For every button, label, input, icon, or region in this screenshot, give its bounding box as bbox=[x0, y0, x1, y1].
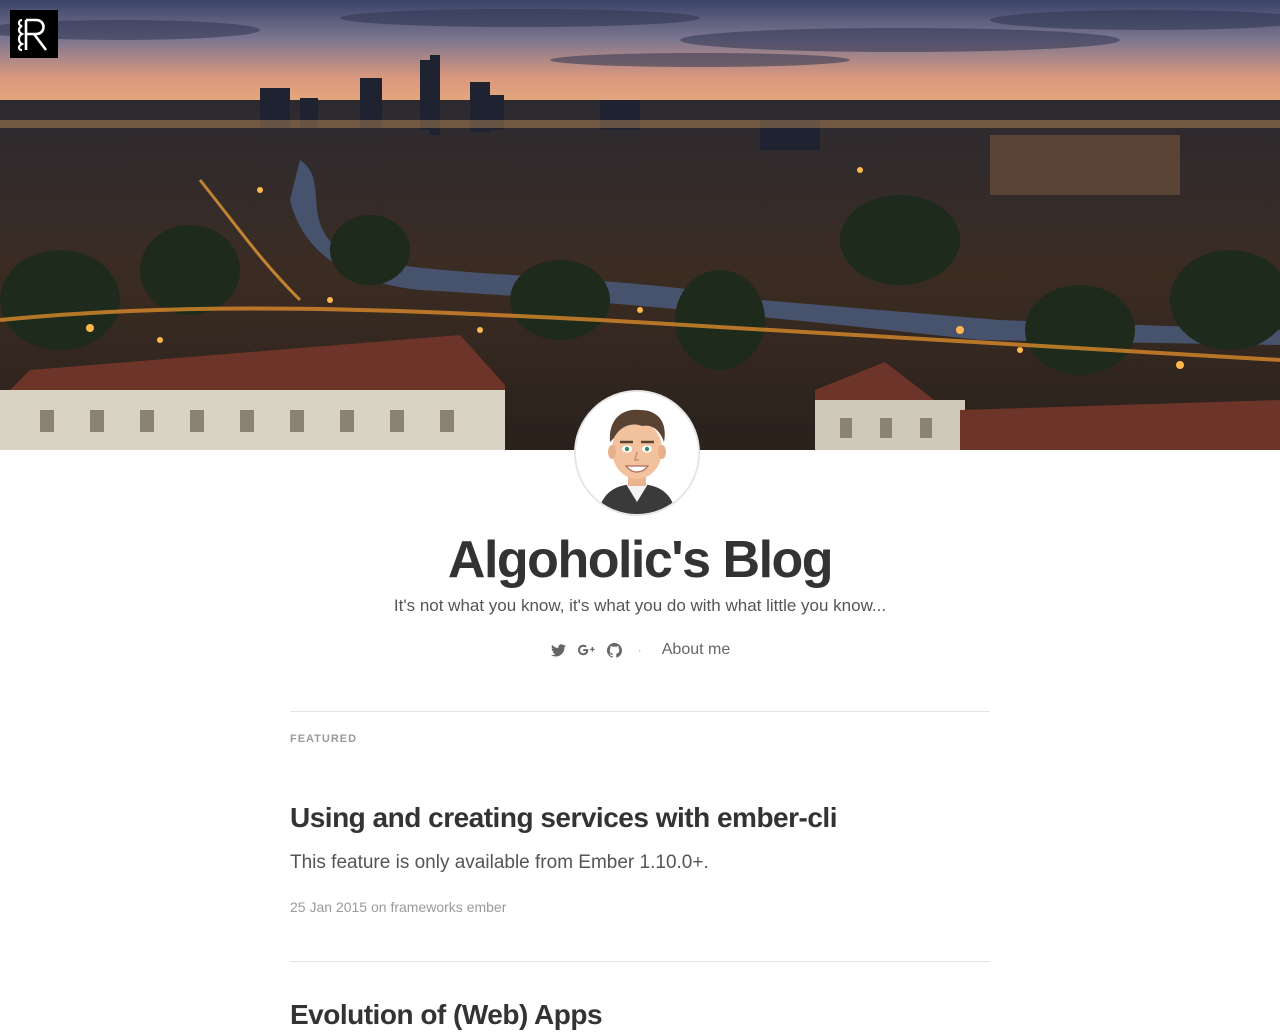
divider bbox=[290, 961, 990, 962]
twitter-icon[interactable] bbox=[550, 641, 568, 659]
about-me-link[interactable]: About me bbox=[662, 641, 730, 659]
divider bbox=[290, 711, 990, 712]
blog-description: It's not what you know, it's what you do… bbox=[393, 596, 887, 615]
site-logo[interactable] bbox=[10, 10, 58, 58]
post-title-link[interactable]: Using and creating services with ember-c… bbox=[290, 799, 990, 837]
city-skyline-illustration bbox=[0, 0, 1280, 450]
post-tag-link[interactable]: ember bbox=[467, 899, 507, 915]
author-avatar bbox=[574, 390, 700, 516]
post-list: FEATURED Using and creating services wit… bbox=[290, 711, 990, 1034]
post-meta-on: on bbox=[370, 899, 387, 915]
blog-title: Algoholic's Blog bbox=[447, 531, 834, 589]
avatar-illustration bbox=[576, 392, 698, 514]
post-tag-link[interactable]: frameworks bbox=[390, 899, 462, 915]
featured-label: FEATURED bbox=[290, 733, 358, 745]
post-meta: 25 Jan 2015 on frameworks ember bbox=[290, 897, 990, 917]
github-icon[interactable] bbox=[606, 641, 624, 659]
r-logo-icon bbox=[17, 18, 48, 52]
separator-dot: · bbox=[637, 643, 642, 657]
post-item: Using and creating services with ember-c… bbox=[290, 799, 990, 917]
cover-image bbox=[0, 0, 1280, 450]
post-date: 25 Jan 2015 bbox=[290, 899, 368, 915]
google-plus-icon[interactable] bbox=[578, 641, 596, 659]
post-excerpt: This feature is only available from Embe… bbox=[290, 852, 709, 873]
post-title-link[interactable]: Evolution of (Web) Apps bbox=[290, 996, 990, 1034]
post-item: Evolution of (Web) Apps bbox=[290, 996, 990, 1034]
social-links: · About me bbox=[0, 638, 1280, 662]
